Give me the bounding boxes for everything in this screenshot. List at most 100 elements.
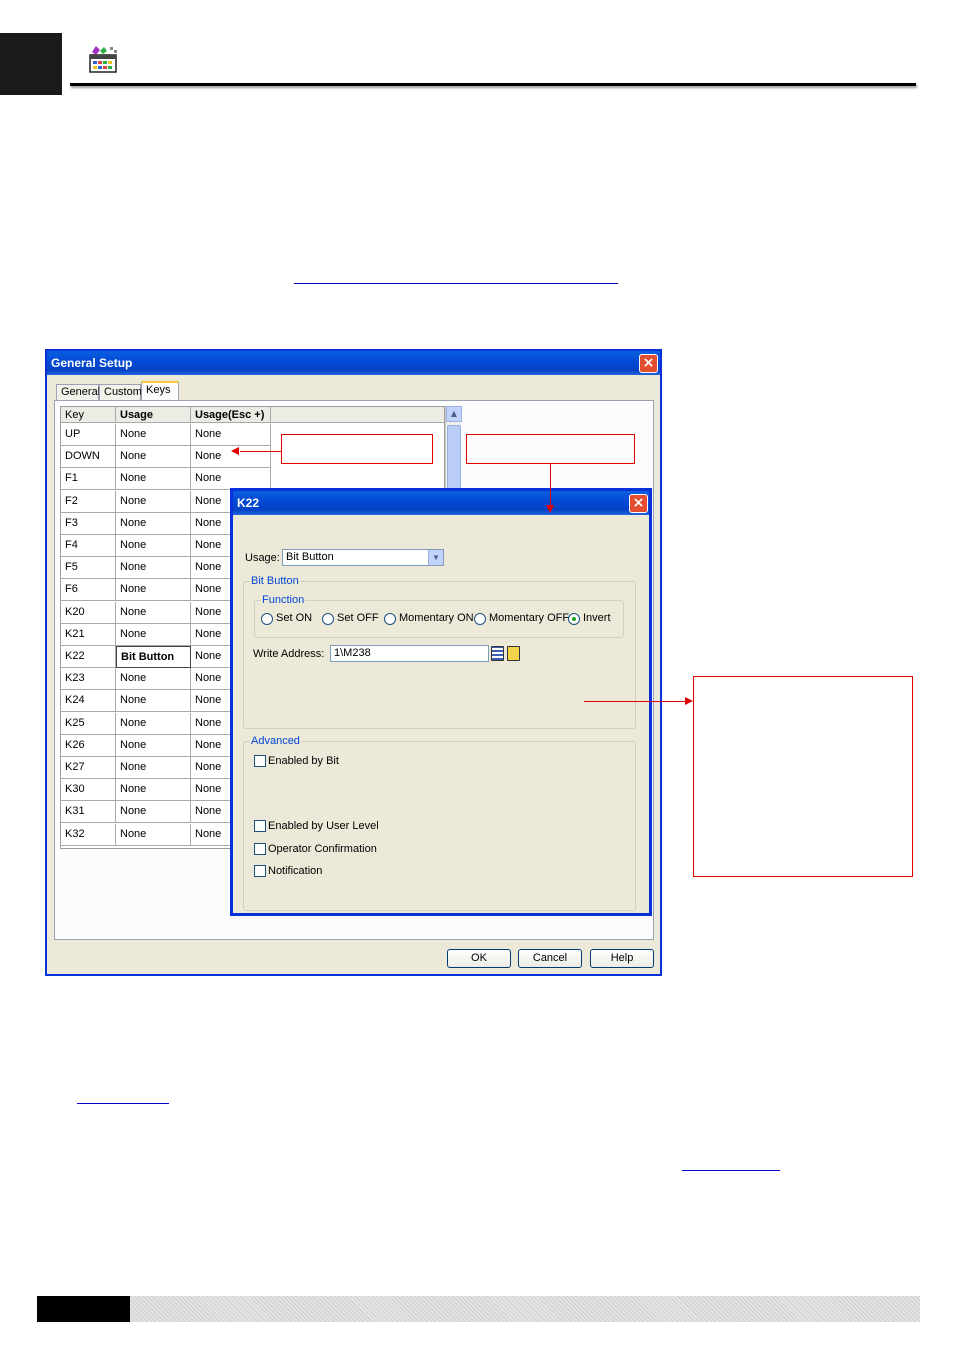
callout-arrow bbox=[231, 447, 239, 455]
usage-cell[interactable]: None bbox=[116, 668, 191, 691]
callout-box bbox=[466, 434, 635, 464]
callout-line bbox=[584, 701, 686, 702]
cancel-button[interactable]: Cancel bbox=[518, 949, 582, 968]
usage-cell[interactable]: None bbox=[116, 690, 191, 713]
usage-cell[interactable]: None bbox=[116, 823, 191, 846]
bit-button-group-label: Bit Button bbox=[250, 575, 300, 587]
column-header-usage[interactable]: Usage bbox=[116, 407, 191, 423]
key-cell[interactable]: K21 bbox=[61, 623, 116, 646]
checkbox-label: Operator Confirmation bbox=[268, 843, 377, 855]
radio-momentary-off[interactable] bbox=[474, 613, 486, 625]
usage-cell[interactable]: None bbox=[116, 535, 191, 557]
advanced-group: Advanced Enabled by Bit Enabled by User … bbox=[243, 735, 636, 911]
key-cell[interactable]: UP bbox=[61, 424, 116, 446]
key-cell[interactable]: K31 bbox=[61, 801, 116, 824]
tab-label: Keys bbox=[146, 384, 171, 396]
usage-cell[interactable]: None bbox=[116, 490, 191, 513]
table-row[interactable]: UP None None bbox=[61, 424, 271, 446]
key-cell[interactable]: K20 bbox=[61, 601, 116, 624]
write-address-label: Write Address: bbox=[253, 648, 325, 660]
usage-cell[interactable]: None bbox=[116, 579, 191, 602]
calculator-icon[interactable] bbox=[491, 646, 504, 661]
key-cell[interactable]: F5 bbox=[61, 557, 116, 580]
chevron-down-icon[interactable]: ▼ bbox=[428, 550, 443, 565]
callout-line bbox=[240, 451, 281, 452]
doc-link-underline[interactable] bbox=[294, 283, 618, 284]
radio-invert[interactable] bbox=[568, 613, 580, 625]
key-cell[interactable]: K22 bbox=[61, 646, 116, 668]
column-header-key[interactable]: Key bbox=[61, 407, 116, 423]
usage-select[interactable]: Bit Button ▼ bbox=[282, 549, 444, 566]
callout-box bbox=[693, 676, 913, 877]
key-cell[interactable]: F2 bbox=[61, 490, 116, 513]
callout-arrow bbox=[546, 505, 554, 513]
key-cell[interactable]: DOWN bbox=[61, 446, 116, 469]
help-button[interactable]: Help bbox=[590, 949, 654, 968]
usage-cell[interactable]: None bbox=[116, 712, 191, 735]
key-cell[interactable]: F1 bbox=[61, 468, 116, 491]
radio-set-on[interactable] bbox=[261, 613, 273, 625]
radio-label: Invert bbox=[583, 612, 611, 624]
tab-label: General bbox=[61, 386, 101, 398]
key-cell[interactable]: K27 bbox=[61, 757, 116, 779]
usage-cell[interactable]: Bit Button bbox=[116, 646, 191, 668]
tab-keys[interactable]: Keys bbox=[141, 381, 179, 400]
callout-arrow bbox=[685, 697, 693, 705]
dialog-title: K22 bbox=[237, 496, 260, 510]
usage-cell[interactable]: None bbox=[116, 424, 191, 446]
key-cell[interactable]: F3 bbox=[61, 512, 116, 535]
footer-page-block bbox=[37, 1296, 130, 1322]
usage-cell[interactable]: None bbox=[116, 557, 191, 580]
close-icon[interactable]: × bbox=[629, 494, 648, 513]
header-rule bbox=[70, 83, 916, 86]
doc-link-underline[interactable] bbox=[77, 1103, 169, 1104]
address-book-icon[interactable] bbox=[507, 646, 520, 661]
usage-cell[interactable]: None bbox=[116, 623, 191, 646]
app-palette-icon bbox=[89, 46, 117, 73]
key-cell[interactable]: K25 bbox=[61, 712, 116, 735]
usage-cell[interactable]: None bbox=[116, 468, 191, 491]
table-row[interactable]: DOWN None None bbox=[61, 446, 271, 469]
tab-custom[interactable]: Custom bbox=[99, 384, 142, 400]
k22-titlebar: K22 bbox=[233, 491, 649, 515]
radio-label: Set ON bbox=[276, 612, 313, 624]
usage-cell[interactable]: None bbox=[116, 446, 191, 469]
enabled-by-bit-checkbox[interactable] bbox=[254, 755, 266, 767]
usage-cell[interactable]: None bbox=[116, 512, 191, 535]
usage-esc-cell[interactable]: None bbox=[191, 424, 271, 446]
radio-label: Set OFF bbox=[337, 612, 379, 624]
doc-link-underline[interactable] bbox=[682, 1170, 780, 1171]
key-cell[interactable]: F6 bbox=[61, 579, 116, 602]
key-cell[interactable]: K30 bbox=[61, 779, 116, 802]
checkbox-label: Enabled by User Level bbox=[268, 820, 379, 832]
radio-set-off[interactable] bbox=[322, 613, 334, 625]
key-cell[interactable]: K32 bbox=[61, 823, 116, 846]
radio-momentary-on[interactable] bbox=[384, 613, 396, 625]
callout-line bbox=[550, 464, 551, 506]
column-header-usage-esc[interactable]: Usage(Esc +) bbox=[191, 407, 271, 423]
tab-label: Custom bbox=[104, 386, 142, 398]
usage-cell[interactable]: None bbox=[116, 779, 191, 802]
bit-button-group: Bit Button Function Set ON Set OFF Momen… bbox=[243, 575, 636, 729]
advanced-group-label: Advanced bbox=[250, 735, 301, 747]
usage-cell[interactable]: None bbox=[116, 734, 191, 757]
key-cell[interactable]: K23 bbox=[61, 668, 116, 691]
grid-header: Key Usage Usage(Esc +) bbox=[61, 407, 444, 423]
key-cell[interactable]: K26 bbox=[61, 734, 116, 757]
scroll-up-icon[interactable]: ▲ bbox=[446, 406, 462, 422]
write-address-input[interactable]: 1\M238 bbox=[330, 645, 489, 662]
notification-checkbox[interactable] bbox=[254, 865, 266, 877]
window-title: General Setup bbox=[51, 356, 133, 370]
radio-label: Momentary ON bbox=[399, 612, 474, 624]
ok-button[interactable]: OK bbox=[447, 949, 511, 968]
key-cell[interactable]: F4 bbox=[61, 535, 116, 557]
enabled-by-user-level-checkbox[interactable] bbox=[254, 820, 266, 832]
usage-cell[interactable]: None bbox=[116, 601, 191, 624]
close-icon[interactable]: × bbox=[639, 354, 658, 373]
tab-general[interactable]: General bbox=[56, 384, 101, 400]
usage-label: Usage: bbox=[245, 552, 280, 564]
operator-confirmation-checkbox[interactable] bbox=[254, 843, 266, 855]
key-cell[interactable]: K24 bbox=[61, 690, 116, 713]
usage-cell[interactable]: None bbox=[116, 801, 191, 824]
usage-cell[interactable]: None bbox=[116, 757, 191, 779]
